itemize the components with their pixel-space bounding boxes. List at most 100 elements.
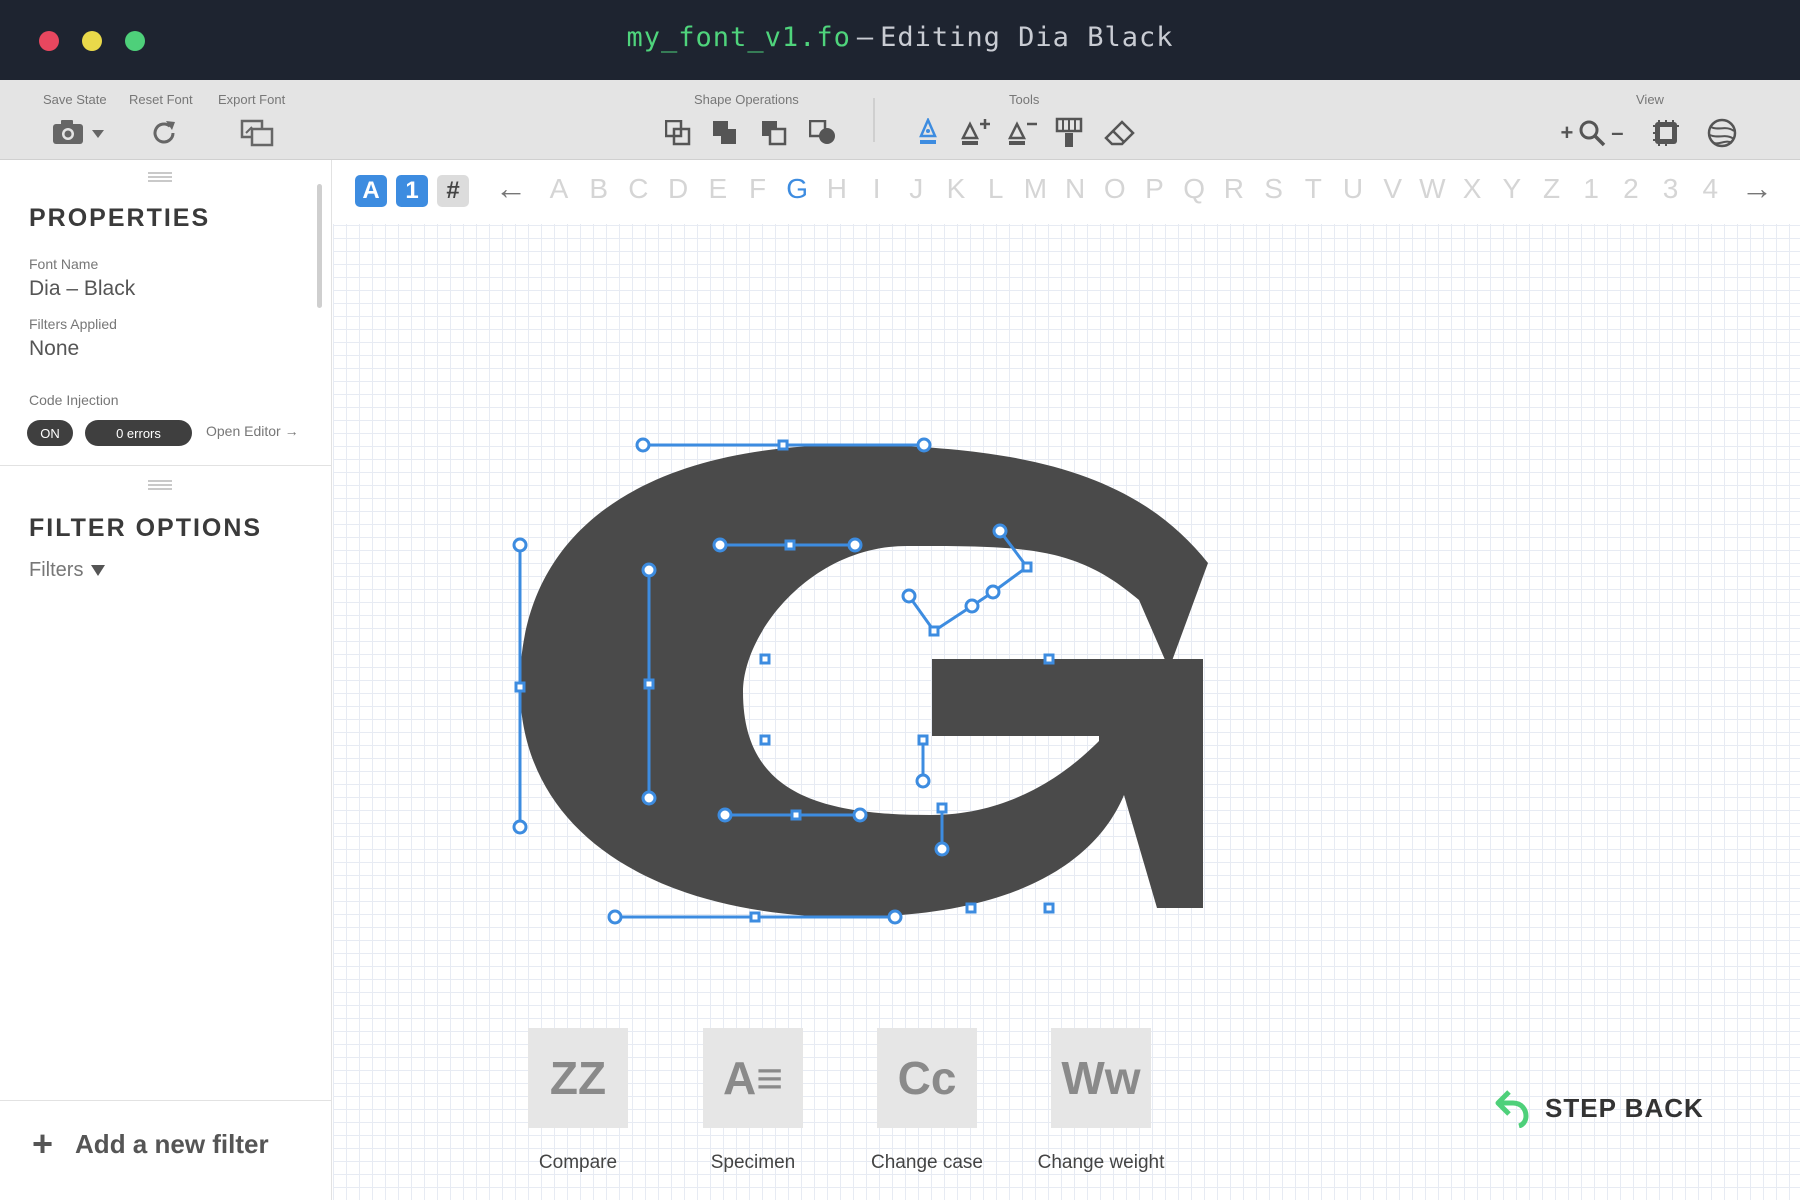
- pen-tool-button[interactable]: [908, 116, 948, 150]
- errors-badge[interactable]: 0 errors: [85, 420, 192, 446]
- add-filter-label: Add a new filter: [75, 1128, 269, 1159]
- glyph-letter-o[interactable]: O: [1097, 173, 1133, 205]
- filter-options-heading: FILTER OPTIONS: [29, 514, 263, 542]
- glyph-letter-s[interactable]: S: [1256, 173, 1292, 205]
- eraser-button[interactable]: [1099, 116, 1139, 150]
- glyph-letter-l[interactable]: L: [978, 173, 1014, 205]
- save-state-label: Save State: [43, 92, 107, 107]
- properties-heading: PROPERTIES: [29, 204, 211, 232]
- glyph-letter-v[interactable]: V: [1375, 173, 1411, 205]
- add-point-button[interactable]: [955, 116, 995, 150]
- export-icon: [240, 119, 274, 147]
- glyph-letter-j[interactable]: J: [898, 173, 934, 205]
- intersect-button[interactable]: [754, 116, 794, 150]
- tab-symbols[interactable]: #: [437, 175, 469, 207]
- add-filter-button[interactable]: + Add a new filter: [32, 1126, 269, 1162]
- glyph-letter-r[interactable]: R: [1216, 173, 1252, 205]
- glyph-letter-b[interactable]: B: [581, 173, 617, 205]
- globe-icon: [1707, 118, 1737, 148]
- glyph-navigation-bar: A 1 # ← ABCDEFGHIJKLMNOPQRSTUVWXYZ1234 →: [333, 160, 1800, 224]
- glyph-letter-h[interactable]: H: [819, 173, 855, 205]
- glyph-letter-4-digit[interactable]: 4: [1692, 173, 1728, 205]
- caret-down-icon: [91, 565, 106, 576]
- exclude-icon: [809, 120, 835, 144]
- prev-glyph-arrow-icon[interactable]: ←: [495, 170, 527, 207]
- reset-font-button[interactable]: [144, 116, 184, 150]
- step-back-label: STEP BACK: [1545, 1092, 1704, 1123]
- filters-applied-label: Filters Applied: [29, 316, 117, 332]
- glyph-letter-w[interactable]: W: [1414, 173, 1450, 205]
- zoom-out-button[interactable]: –: [1611, 120, 1623, 146]
- glyph-letter-p[interactable]: P: [1137, 173, 1173, 205]
- glyph-letter-2-digit[interactable]: 2: [1613, 173, 1649, 205]
- change-case-label: Change case: [871, 1152, 983, 1173]
- eraser-icon: [1104, 120, 1135, 146]
- tab-numbers[interactable]: 1: [396, 175, 428, 207]
- font-name-label: Font Name: [29, 256, 99, 272]
- window-title: my_font_v1.fo – Editing Dia Black: [0, 22, 1800, 53]
- glyph-letter-g[interactable]: G: [779, 173, 815, 205]
- subtract-button[interactable]: [705, 116, 745, 150]
- paint-brush-button[interactable]: [1049, 116, 1089, 150]
- glyph-letter-n[interactable]: N: [1057, 173, 1093, 205]
- code-injection-toggle[interactable]: ON: [27, 420, 73, 446]
- filters-dropdown-label: Filters: [29, 559, 84, 581]
- remove-point-button[interactable]: [1002, 116, 1042, 150]
- glyph-letter-i[interactable]: I: [859, 173, 895, 205]
- grid-view-button[interactable]: [1646, 116, 1686, 150]
- step-back-button[interactable]: STEP BACK: [1495, 1088, 1704, 1128]
- glyph-letter-t[interactable]: T: [1295, 173, 1331, 205]
- glyph-letter-k[interactable]: K: [938, 173, 974, 205]
- glyph-letter-f[interactable]: F: [740, 173, 776, 205]
- preview-button[interactable]: [1702, 116, 1742, 150]
- glyph-letter-c[interactable]: C: [620, 173, 656, 205]
- glyph-letter-a[interactable]: A: [541, 173, 577, 205]
- zoom-control[interactable]: + –: [1550, 116, 1634, 150]
- window-subtitle: Editing Dia Black: [880, 22, 1174, 53]
- glyph-letter-1-digit[interactable]: 1: [1573, 173, 1609, 205]
- glyph-letter-d[interactable]: D: [660, 173, 696, 205]
- save-state-button[interactable]: [48, 116, 108, 150]
- exclude-button[interactable]: [803, 116, 843, 150]
- glyph-editor[interactable]: [333, 300, 1800, 1000]
- file-name: my_font_v1.fo: [626, 22, 851, 53]
- add-point-icon: [960, 119, 990, 145]
- drag-handle-icon[interactable]: [148, 480, 172, 490]
- change-weight-action[interactable]: Ww Change weight: [1031, 1028, 1171, 1174]
- compare-action[interactable]: ZZ Compare: [508, 1028, 648, 1174]
- zoom-icon: [1579, 120, 1606, 147]
- filters-applied-value: None: [29, 337, 80, 360]
- zoom-in-button[interactable]: +: [1560, 120, 1573, 146]
- grid-view-icon: [1653, 120, 1679, 146]
- filters-dropdown[interactable]: Filters: [29, 559, 106, 582]
- change-case-action[interactable]: Cc Change case: [857, 1028, 997, 1174]
- glyph-letter-e[interactable]: E: [700, 173, 736, 205]
- glyph-letter-m[interactable]: M: [1017, 173, 1053, 205]
- sidebar-scrollbar[interactable]: [317, 184, 322, 308]
- union-button[interactable]: [658, 116, 698, 150]
- open-editor-link[interactable]: Open Editor →: [206, 423, 299, 439]
- view-label: View: [1636, 92, 1664, 107]
- section-divider: [0, 465, 332, 466]
- change-weight-label: Change weight: [1037, 1152, 1165, 1173]
- glyph-canvas[interactable]: A 1 # ← ABCDEFGHIJKLMNOPQRSTUVWXYZ1234 →: [333, 160, 1800, 1200]
- reset-font-label: Reset Font: [129, 92, 193, 107]
- export-font-button[interactable]: [237, 116, 277, 150]
- specimen-action[interactable]: A≡ Specimen: [683, 1028, 823, 1174]
- remove-point-icon: [1007, 121, 1037, 145]
- paint-brush-icon: [1055, 117, 1083, 147]
- union-icon: [665, 120, 691, 146]
- tab-uppercase[interactable]: A: [355, 175, 387, 207]
- drag-handle-icon[interactable]: [148, 172, 172, 182]
- glyph-letter-z[interactable]: Z: [1534, 173, 1570, 205]
- sidebar: PROPERTIES Font Name Dia – Black Filters…: [0, 160, 332, 1200]
- glyph-letter-3-digit[interactable]: 3: [1653, 173, 1689, 205]
- font-name-value: Dia – Black: [29, 277, 136, 300]
- glyph-letter-u[interactable]: U: [1335, 173, 1371, 205]
- next-glyph-arrow-icon[interactable]: →: [1741, 170, 1773, 207]
- glyph-letter-y[interactable]: Y: [1494, 173, 1530, 205]
- glyph-letter-x[interactable]: X: [1454, 173, 1490, 205]
- glyph-outline-g[interactable]: [520, 445, 1208, 917]
- glyph-letter-q[interactable]: Q: [1176, 173, 1212, 205]
- specimen-icon: A≡: [703, 1028, 803, 1128]
